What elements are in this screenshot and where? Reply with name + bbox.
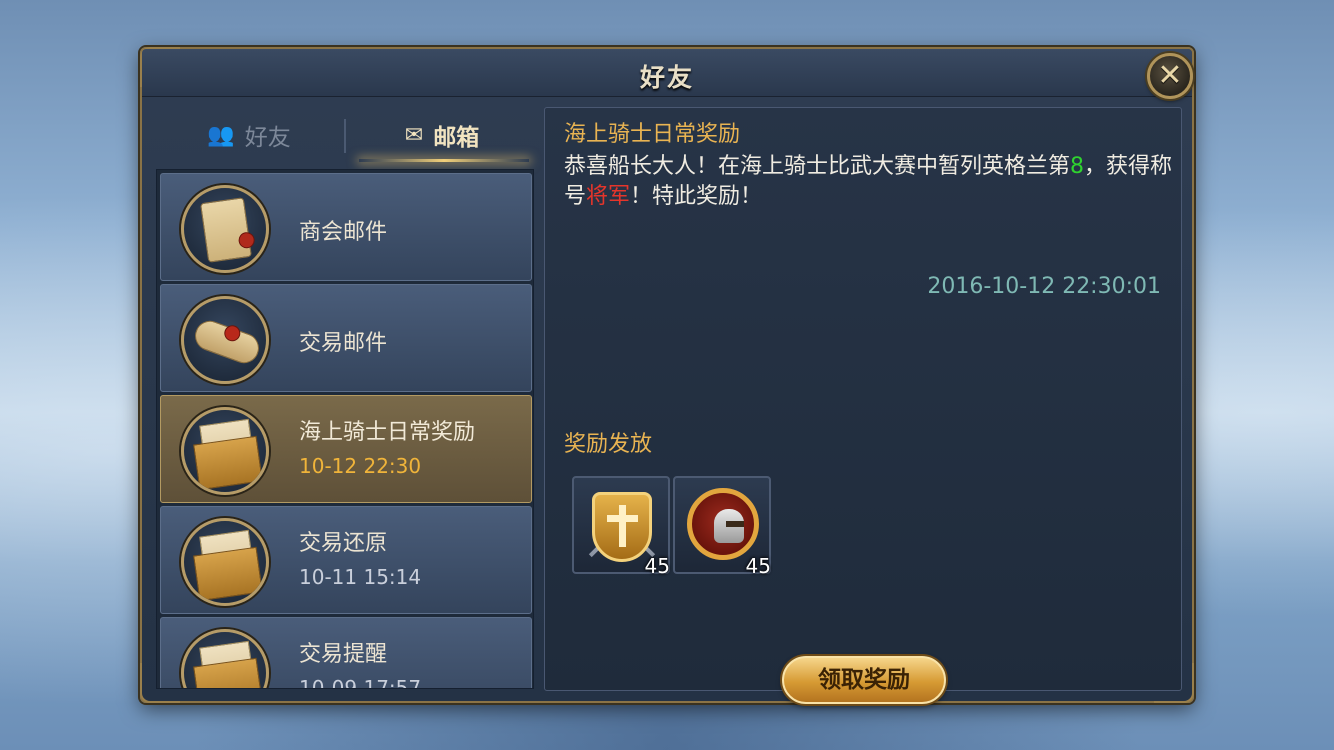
- mail-title: 商会邮件: [299, 220, 388, 245]
- mail-title: 交易还原: [299, 531, 388, 556]
- mail-title: 交易邮件: [299, 331, 388, 356]
- mail-title: 海上骑士日常奖励: [299, 420, 476, 445]
- tab-mail[interactable]: ✉ 邮箱: [346, 107, 538, 163]
- close-button[interactable]: ✕: [1147, 53, 1193, 99]
- tab-bar: 👥 好友 ✉ 邮箱: [154, 107, 538, 163]
- mail-time: 10-09 17:57: [299, 676, 422, 689]
- envelope-icon: [181, 518, 269, 606]
- honor-title: 将军: [586, 184, 631, 209]
- friends-dialog: 好友 ✕ 👥 好友 ✉ 邮箱 商会邮件 交易邮件 海上骑士日常奖励 10-12 …: [140, 47, 1194, 704]
- mail-icon: ✉: [404, 122, 424, 148]
- envelope-icon: [181, 407, 269, 495]
- reward-quantity: 45: [644, 554, 670, 578]
- list-item-selected[interactable]: 海上骑士日常奖励 10-12 22:30: [160, 395, 532, 503]
- list-item[interactable]: 交易提醒 10-09 17:57: [160, 617, 532, 689]
- helmet-medal-icon: [687, 488, 759, 560]
- friends-icon: 👥: [207, 122, 235, 148]
- left-pane: 👥 好友 ✉ 邮箱 商会邮件 交易邮件 海上骑士日常奖励 10-12 22:30…: [154, 107, 538, 691]
- reward-label: 奖励发放: [564, 432, 653, 457]
- dialog-title: 好友: [639, 63, 694, 92]
- reward-item[interactable]: 45: [673, 476, 771, 578]
- tab-mail-label: 邮箱: [433, 125, 480, 151]
- tab-friends[interactable]: 👥 好友: [154, 107, 344, 163]
- envelope-icon: [181, 629, 269, 688]
- message-body: 恭喜船长大人！在海上骑士比武大赛中暂列英格兰第8，获得称号将军！特此奖励！: [564, 152, 1174, 212]
- reward-item[interactable]: 45: [572, 476, 670, 578]
- message-date: 2016-10-12 22:30:01: [927, 274, 1161, 299]
- mail-title: 交易提醒: [299, 642, 388, 667]
- mail-time: 10-12 22:30: [299, 454, 422, 478]
- close-icon: ✕: [1157, 58, 1183, 93]
- message-text: ！特此奖励！: [630, 184, 763, 209]
- claim-reward-button[interactable]: 领取奖励: [782, 656, 946, 704]
- list-item[interactable]: 交易还原 10-11 15:14: [160, 506, 532, 614]
- scroll-icon: [181, 185, 269, 273]
- message-text: 恭喜船长大人！在海上骑士比武大赛中暂列英格兰第: [564, 154, 1071, 179]
- mail-list[interactable]: 商会邮件 交易邮件 海上骑士日常奖励 10-12 22:30 交易还原 10-1…: [156, 169, 534, 689]
- rank-value: 8: [1070, 154, 1085, 179]
- list-item[interactable]: 交易邮件: [160, 284, 532, 392]
- tab-selected-indicator: [359, 159, 529, 162]
- list-item[interactable]: 商会邮件: [160, 173, 532, 281]
- mail-time: 10-11 15:14: [299, 565, 422, 589]
- tab-friends-label: 好友: [244, 125, 291, 151]
- reward-quantity: 45: [745, 554, 771, 578]
- shield-swords-icon: [592, 492, 652, 562]
- message-pane: 海上骑士日常奖励 恭喜船长大人！在海上骑士比武大赛中暂列英格兰第8，获得称号将军…: [544, 107, 1182, 704]
- message-title: 海上骑士日常奖励: [564, 122, 741, 147]
- title-bar: 好友: [142, 49, 1192, 97]
- rolled-scroll-icon: [181, 296, 269, 384]
